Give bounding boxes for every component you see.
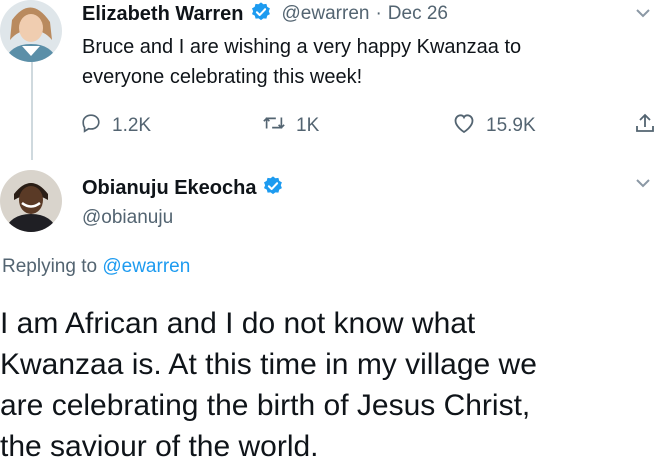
tweet1-separator: · — [375, 3, 382, 24]
replying-to-prefix: Replying to — [2, 256, 98, 277]
tweet2-text-line: I am African and I do not know what — [0, 307, 476, 340]
like-count: 15.9K — [486, 115, 536, 136]
tweet1-date[interactable]: Dec 26 — [388, 3, 448, 25]
thread-connector-line — [31, 62, 33, 160]
tweet2-handle[interactable]: @obianuju — [82, 207, 173, 229]
tweet2-text-line: are celebrating the birth of Jesus Chris… — [0, 389, 531, 422]
tweet2-author-name[interactable]: Obianuju Ekeocha — [82, 177, 256, 200]
tweet2-text-line: the saviour of the world. — [0, 430, 319, 463]
tweet1-text-line: everyone celebrating this week! — [82, 66, 363, 88]
chevron-down-icon[interactable] — [634, 176, 652, 195]
chevron-down-icon[interactable] — [634, 6, 652, 25]
tweet1-header: Elizabeth Warren @ewarren · Dec 26 — [82, 1, 448, 27]
reply-button[interactable]: 1.2K — [80, 112, 151, 140]
share-icon — [634, 112, 656, 140]
retweet-button[interactable]: 1K — [262, 112, 319, 140]
reply-icon — [80, 112, 102, 140]
replying-to-line: Replying to @ewarren — [2, 256, 190, 278]
tweet1-text: Bruce and I are wishing a very happy Kwa… — [82, 32, 521, 92]
verified-badge-icon — [250, 1, 272, 28]
avatar-elizabeth-warren[interactable] — [0, 0, 62, 62]
retweet-count: 1K — [296, 115, 320, 136]
verified-badge-icon — [262, 175, 284, 202]
tweet2-text-line: Kwanzaa is. At this time in my village w… — [0, 348, 537, 381]
avatar-obianuju-ekeocha[interactable] — [0, 170, 62, 232]
like-icon — [452, 112, 476, 140]
replying-to-handle[interactable]: @ewarren — [102, 256, 190, 277]
share-button[interactable] — [634, 112, 656, 140]
tweet1-text-line: Bruce and I are wishing a very happy Kwa… — [82, 36, 522, 58]
tweet2-header: Obianuju Ekeocha — [82, 175, 284, 201]
tweet2-text: I am African and I do not know what Kwan… — [0, 303, 537, 467]
like-button[interactable]: 15.9K — [452, 112, 536, 140]
tweet1-author-name[interactable]: Elizabeth Warren — [82, 3, 244, 26]
tweet1-handle[interactable]: @ewarren — [282, 3, 370, 25]
retweet-icon — [262, 112, 286, 140]
reply-count: 1.2K — [112, 115, 152, 136]
